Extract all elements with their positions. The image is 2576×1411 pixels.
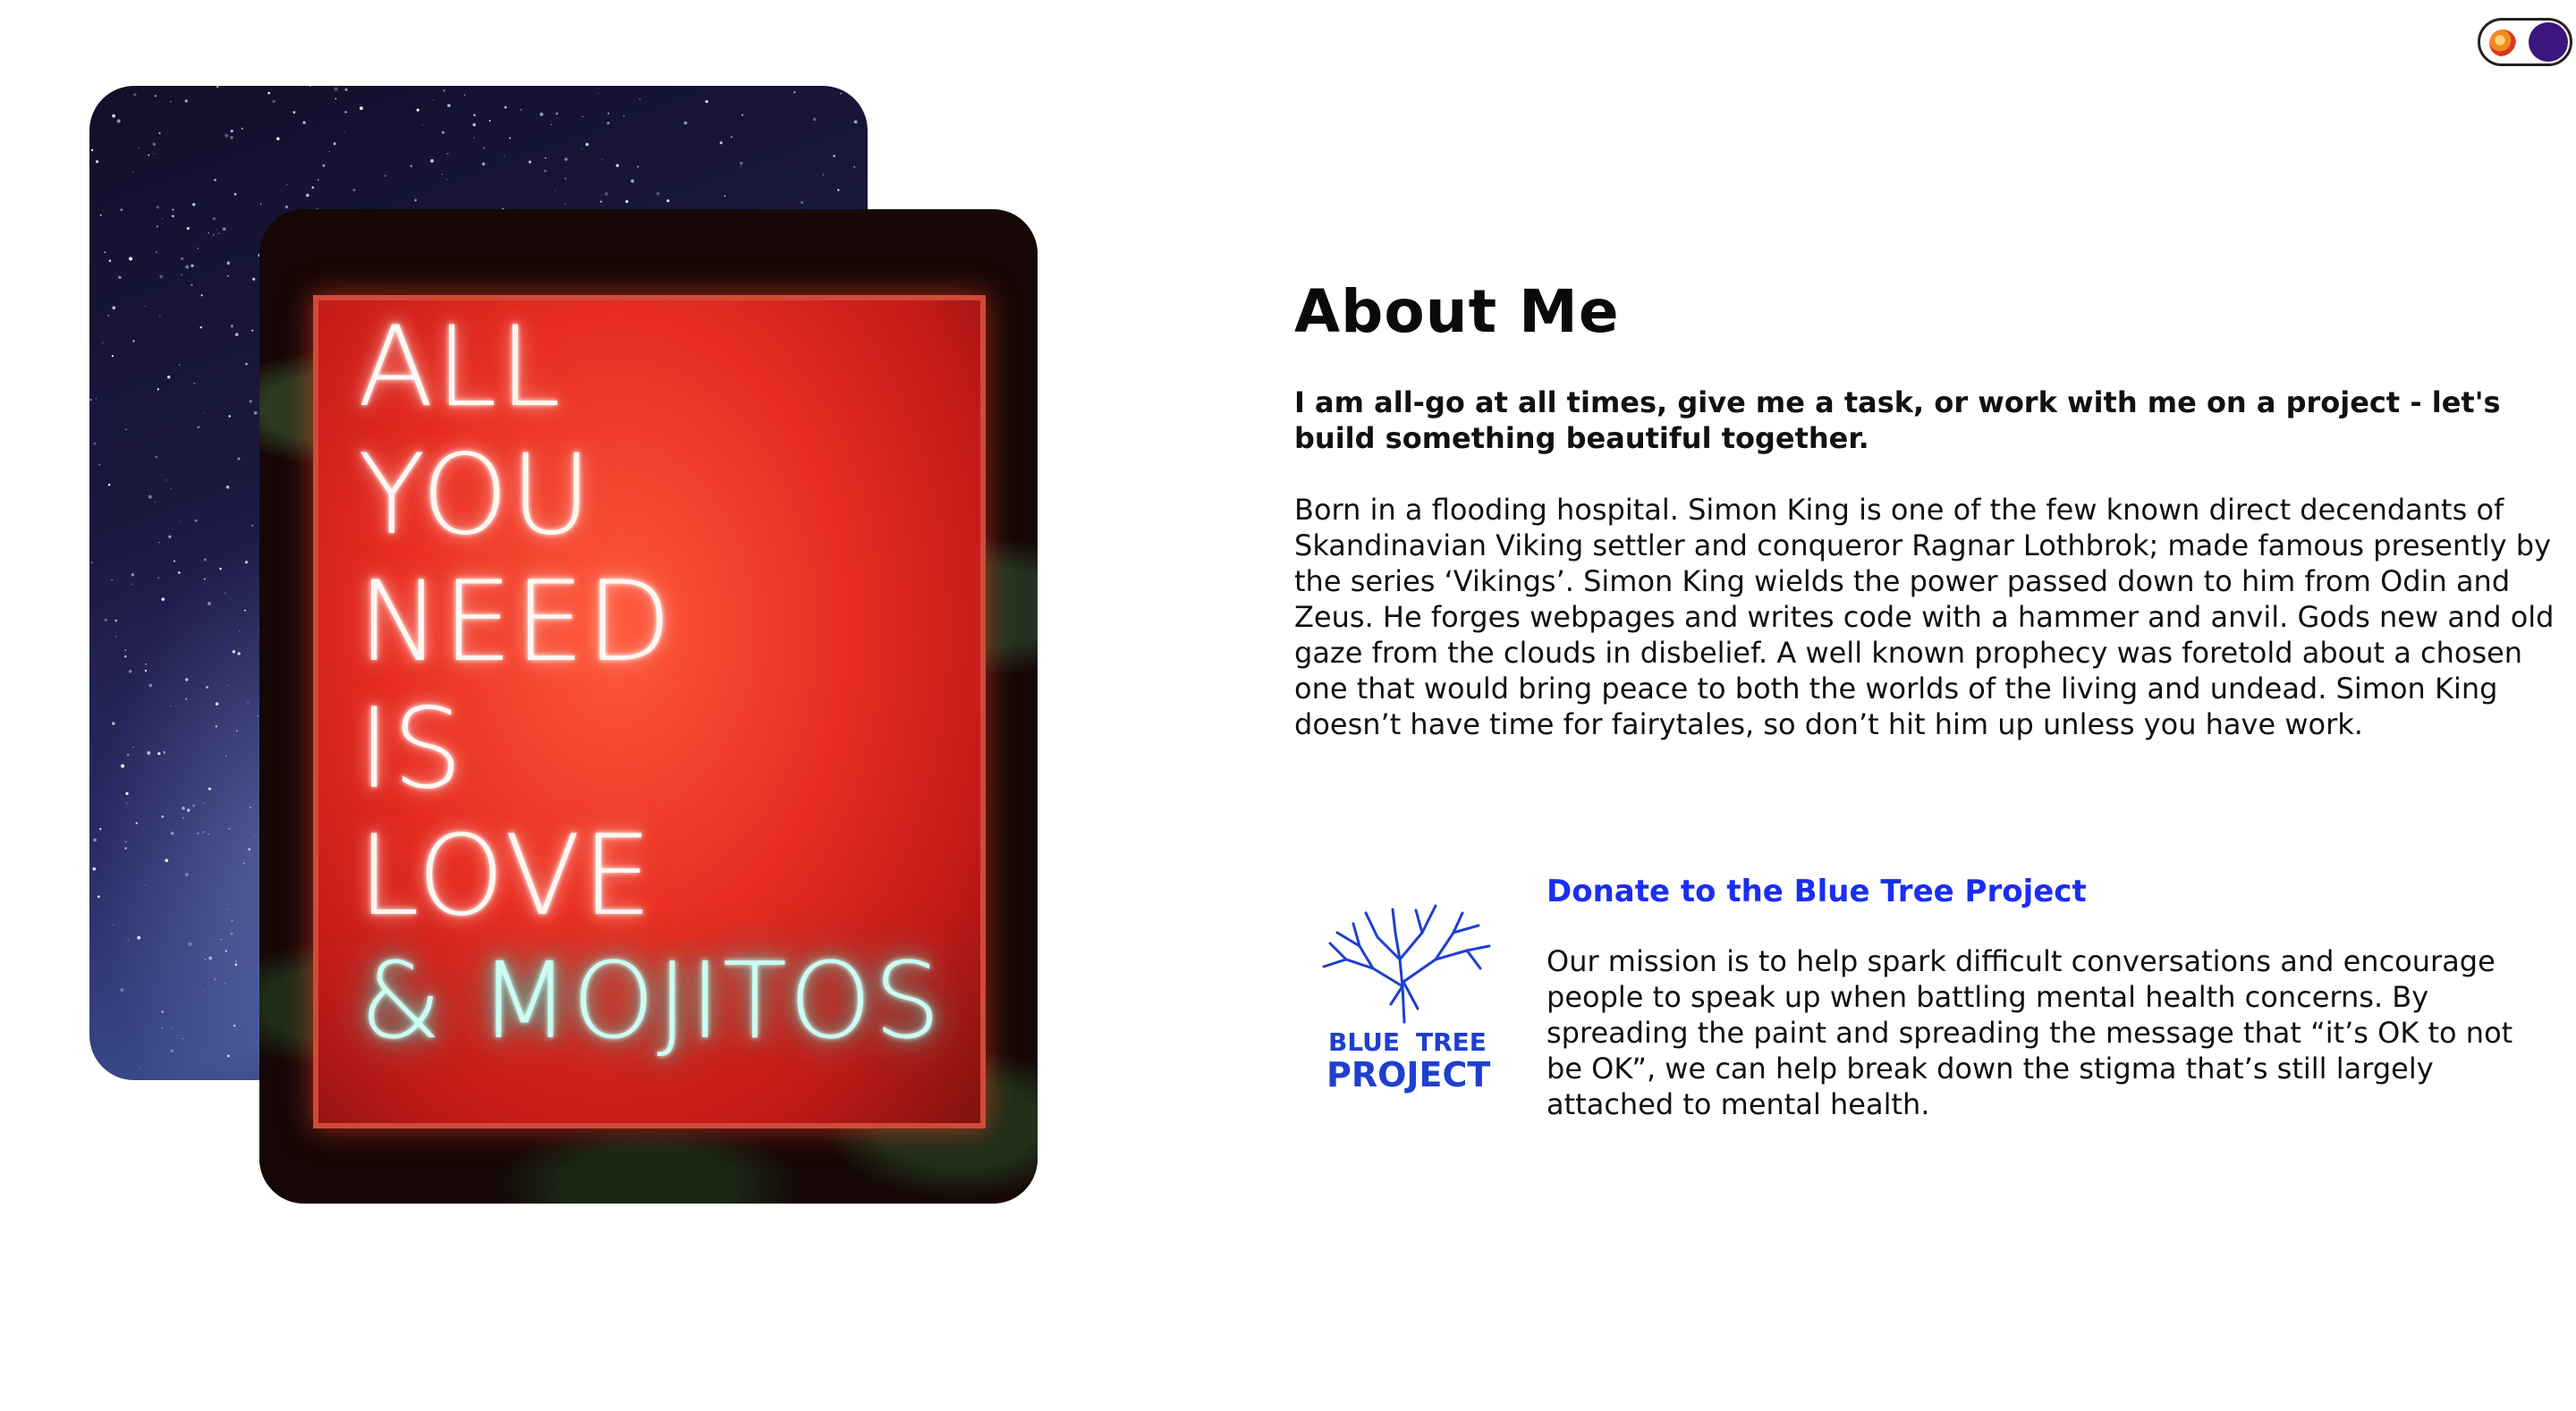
blue-tree-project-logo: BLUE TREE PROJECT [1322,904,1491,1094]
donate-text-block: Donate to the Blue Tree Project Our miss… [1546,872,2564,1122]
toggle-knob [2529,22,2568,62]
bio-text: Born in a flooding hospital. Simon King … [1294,493,2555,741]
neon-text-teal-line: & MOJITOS [360,939,943,1062]
page-title: About Me [1294,277,1620,346]
neon-text-line: IS [358,685,465,814]
neon-text-line: YOU [358,431,594,560]
svg-text:TREE: TREE [1416,1027,1487,1057]
theme-toggle[interactable] [2478,18,2572,66]
donate-link[interactable]: Donate to the Blue Tree Project [1546,872,2087,911]
intro-text: I am all-go at all times, give me a task… [1294,385,2501,455]
neon-sign-image: ALL YOU NEED IS LOVE & MOJITOS [259,209,1038,1204]
donate-section: BLUE TREE PROJECT Donate to the Blue Tre… [1294,872,2564,1140]
neon-text-line: ALL [358,303,563,432]
svg-text:PROJECT: PROJECT [1326,1055,1490,1094]
about-section: About Me I am all-go at all times, give … [1294,283,2564,742]
svg-text:BLUE: BLUE [1328,1027,1400,1057]
neon-text-line: NEED [358,558,674,687]
neon-text-line: LOVE [358,812,655,941]
sun-icon [2489,30,2516,56]
mission-text: Our mission is to help spark difficult c… [1546,944,2513,1121]
